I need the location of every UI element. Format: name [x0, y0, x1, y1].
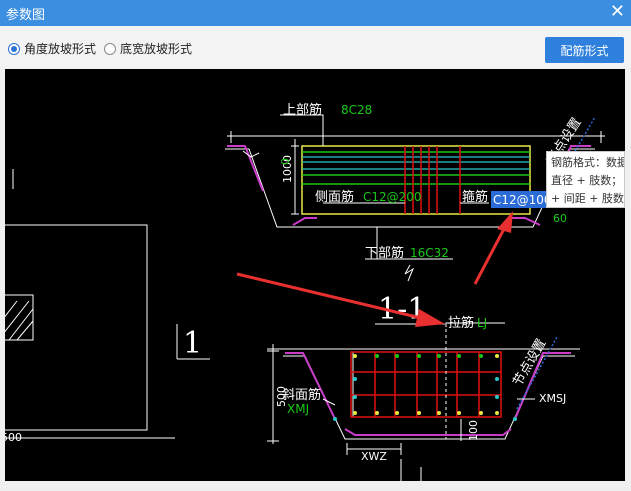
- left-elevation: 1 500: [5, 169, 210, 444]
- slope-bar-value: XMJ: [287, 402, 309, 416]
- side-bar-value: C12@200: [363, 190, 422, 204]
- slope-bar-right: XMSJ: [539, 392, 566, 405]
- top-bar-label: 上部筋: [283, 102, 322, 118]
- cad-drawing: 1 500: [5, 102, 605, 481]
- tooltip-line-1: 钢筋格式：数据: [551, 156, 625, 169]
- annotation-arrows: [236, 211, 513, 327]
- title-bar: 参数图 ✕: [0, 0, 631, 26]
- arrow-head-icon: [415, 309, 445, 327]
- radio-unchecked-icon[interactable]: [104, 42, 116, 55]
- radio-checked-icon[interactable]: [8, 42, 20, 55]
- close-icon[interactable]: ✕: [610, 1, 625, 23]
- side-mark: 1: [183, 326, 202, 361]
- radio-bottom-width-label: 底宽放坡形式: [120, 42, 193, 56]
- bottom-cross-section: 拉筋 LJ 斜面筋 XMJ XMSJ 500 100 XWZ 节点设置: [267, 315, 580, 481]
- window-title: 参数图: [6, 8, 46, 23]
- radio-bottom-width-slope[interactable]: 底宽放坡形式: [104, 40, 192, 57]
- stirrup-label: 箍筋: [462, 189, 488, 205]
- top-bar-value: 8C28: [341, 103, 372, 117]
- side-bar-label: 侧面筋: [315, 189, 354, 205]
- rebar-form-button[interactable]: 配筋形式: [545, 37, 624, 63]
- left-dimension: 500: [5, 431, 22, 444]
- dim-500: 500: [275, 386, 288, 407]
- tie-bar-value: LJ: [477, 316, 487, 330]
- options-toolbar: 角度放坡形式 底宽放坡形式 配筋形式: [0, 26, 631, 68]
- radio-angle-slope[interactable]: 角度放坡形式: [8, 40, 96, 57]
- dim-100: 100: [467, 420, 480, 441]
- tooltip-line-2: 直径 + 肢数；: [551, 174, 623, 187]
- tie-bar-label: 拉筋: [448, 315, 474, 331]
- bottom-bar-value: 16C32: [410, 246, 449, 260]
- radio-angle-label: 角度放坡形式: [24, 42, 97, 56]
- window-footer: [0, 481, 631, 491]
- dim-0: 0: [279, 158, 292, 165]
- dim-60: 60: [553, 212, 567, 225]
- parameter-drawing-canvas[interactable]: 1 500: [5, 69, 625, 481]
- rebar-format-tooltip: 钢筋格式：数据 直径 + 肢数； + 间距 + 肢数: [546, 151, 625, 208]
- bottom-bar-label: 下部筋: [365, 245, 404, 261]
- bottom-width-label: XWZ: [361, 450, 387, 463]
- tooltip-line-3: + 间距 + 肢数: [551, 192, 624, 205]
- bottom-node-setting[interactable]: 节点设置: [510, 336, 549, 389]
